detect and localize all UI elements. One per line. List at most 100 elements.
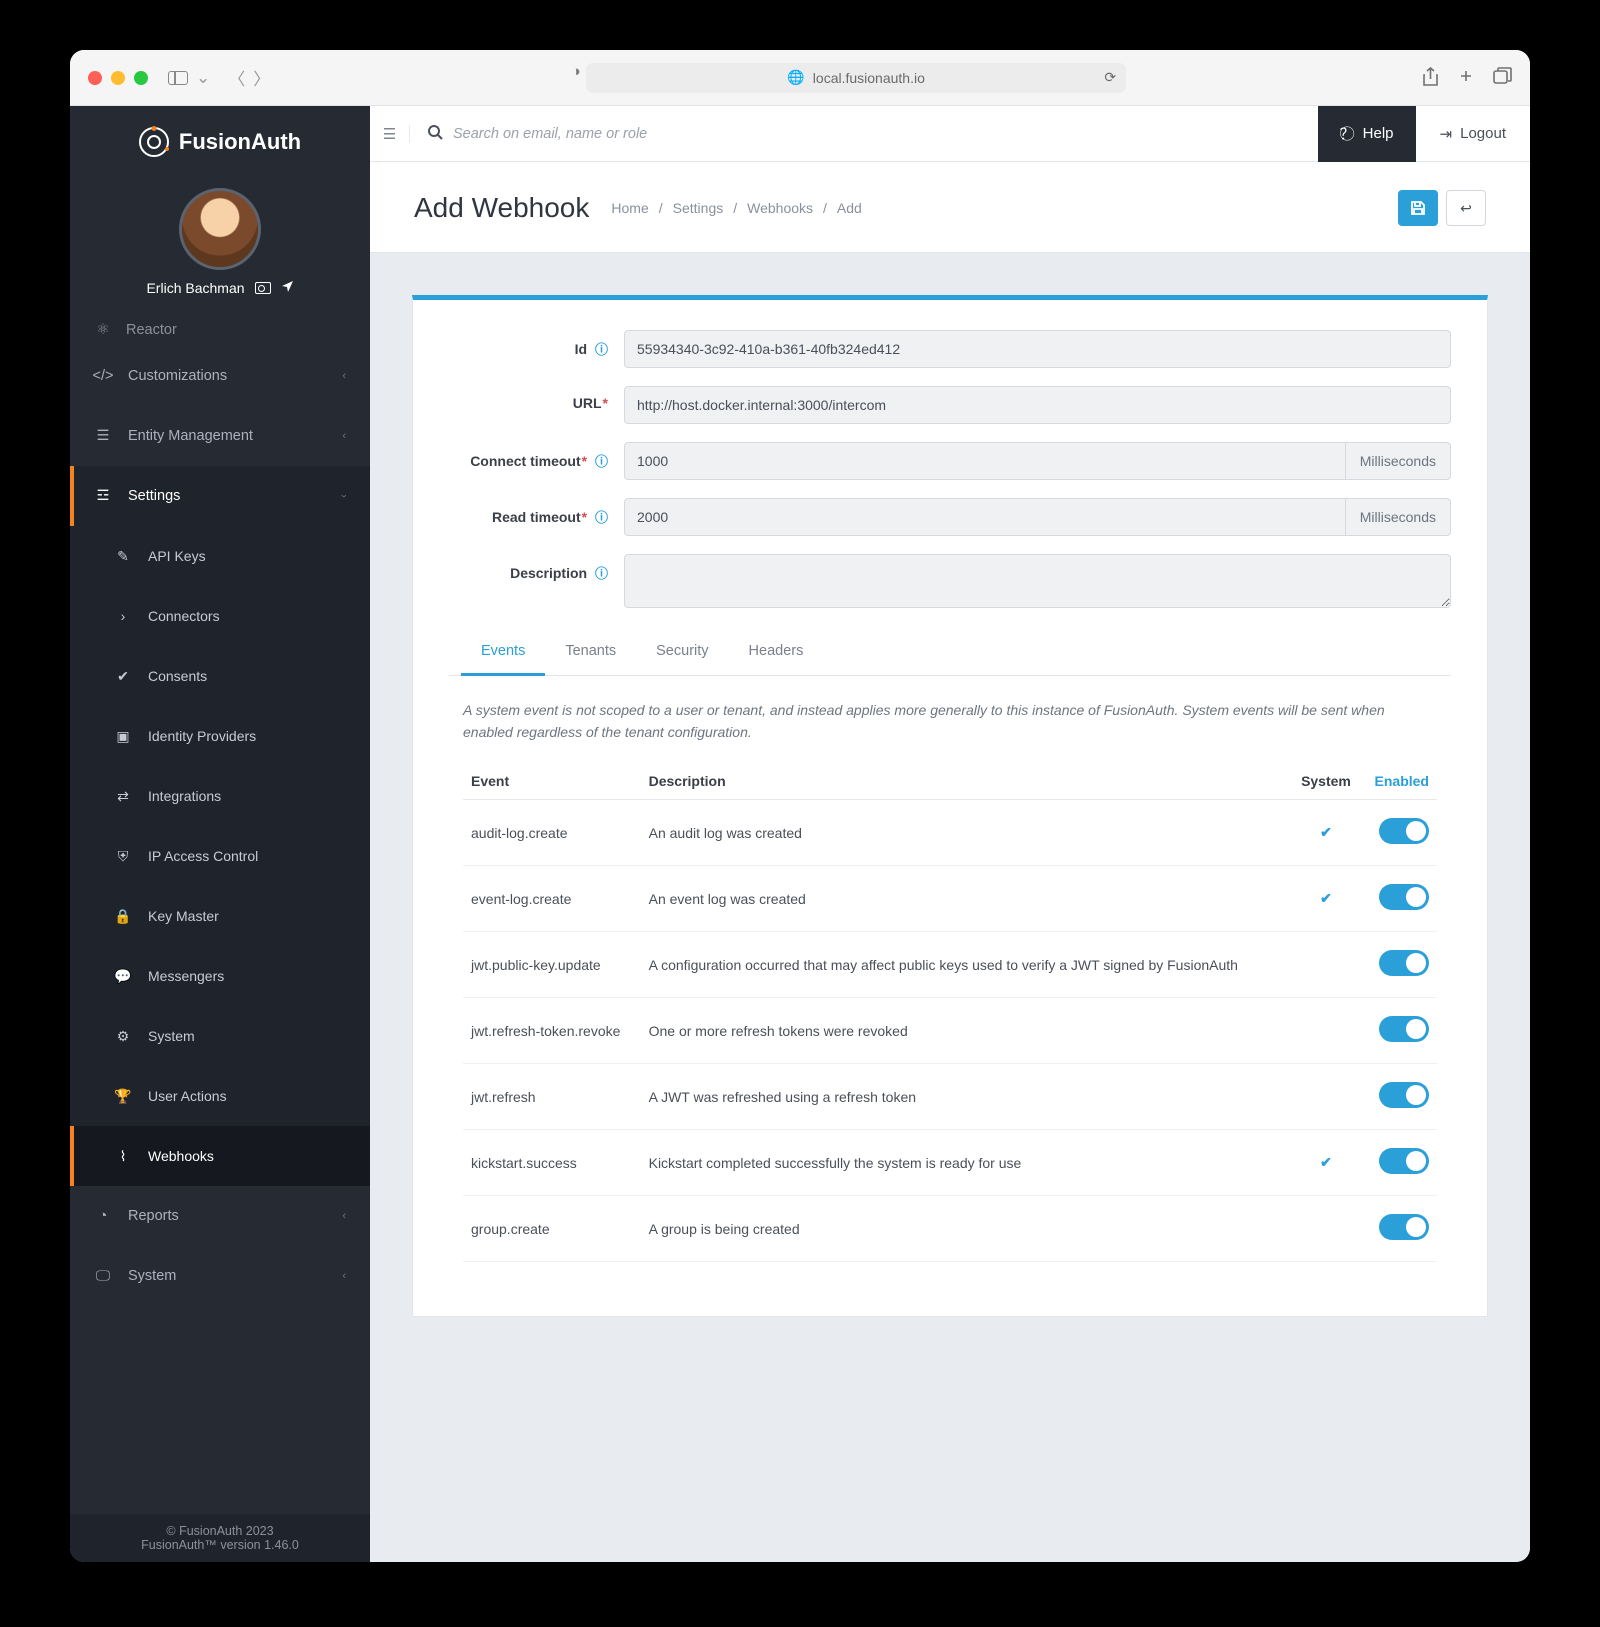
help-button[interactable]: ？⃝ Help <box>1318 106 1416 162</box>
connect-timeout-field[interactable] <box>624 442 1346 480</box>
search-wrap <box>410 125 1318 143</box>
help-icon: ？⃝ <box>1340 123 1355 144</box>
close-window[interactable] <box>88 71 102 85</box>
nav-item-settings[interactable]: ☲ Settings ‹ <box>70 466 370 526</box>
tab-events[interactable]: Events <box>461 629 545 676</box>
id-card-icon[interactable] <box>255 282 271 294</box>
col-enabled[interactable]: Enabled <box>1361 763 1437 800</box>
sidebar: FusionAuth Erlich Bachman ⚛ Reactor </> … <box>70 106 370 1562</box>
tab-security[interactable]: Security <box>636 629 728 676</box>
nav-item-system[interactable]: 🖵 System ‹ <box>70 1246 370 1306</box>
event-enabled-cell <box>1361 866 1437 932</box>
tab-tenants[interactable]: Tenants <box>545 629 636 676</box>
event-description: A group is being created <box>641 1196 1291 1262</box>
table-row: audit-log.create An audit log was create… <box>463 800 1437 866</box>
table-row: event-log.create An event log was create… <box>463 866 1437 932</box>
minimize-window[interactable] <box>111 71 125 85</box>
info-icon[interactable]: ⓘ <box>595 510 608 525</box>
share-icon[interactable] <box>1422 67 1439 89</box>
event-description: An audit log was created <box>641 800 1291 866</box>
description-field[interactable] <box>624 554 1451 608</box>
sidebar-item-connectors[interactable]: ›Connectors <box>70 586 370 646</box>
enabled-toggle[interactable] <box>1379 884 1429 910</box>
tab-headers[interactable]: Headers <box>729 629 824 676</box>
event-name: jwt.refresh <box>463 1064 641 1130</box>
chevron-left-icon: ‹ <box>342 1270 346 1282</box>
site-settings-icon[interactable]: 🌐 <box>787 69 804 86</box>
sidebar-item-key-master[interactable]: 🔒Key Master <box>70 886 370 946</box>
brand-logo[interactable]: FusionAuth <box>70 106 370 178</box>
nav-forward-icon[interactable]: 〉 <box>253 65 270 90</box>
sidebar-item-messengers[interactable]: 💬Messengers <box>70 946 370 1006</box>
server-icon: ☰ <box>94 428 112 444</box>
sidebar-item-identity-providers[interactable]: ▣Identity Providers <box>70 706 370 766</box>
col-system: System <box>1291 763 1362 800</box>
nav-back-icon[interactable]: 〈 <box>228 65 245 90</box>
read-timeout-label: Read timeout* ⓘ <box>449 498 624 526</box>
tabs-icon[interactable] <box>1493 67 1512 89</box>
enabled-toggle[interactable] <box>1379 1214 1429 1240</box>
nav-item-reactor[interactable]: ⚛ Reactor <box>70 314 370 346</box>
logout-button[interactable]: ⇥ Logout <box>1416 125 1530 143</box>
event-description: A JWT was refreshed using a refresh toke… <box>641 1064 1291 1130</box>
id-field[interactable] <box>624 330 1451 368</box>
sliders-icon: ☲ <box>94 488 112 504</box>
page-title: Add Webhook <box>414 192 589 224</box>
window-controls <box>88 71 148 85</box>
crumb-settings[interactable]: Settings <box>673 200 724 216</box>
new-tab-icon[interactable] <box>1457 67 1475 89</box>
event-enabled-cell <box>1361 1130 1437 1196</box>
sidebar-item-user-actions[interactable]: 🏆User Actions <box>70 1066 370 1126</box>
pie-icon: ◔ <box>94 1208 112 1224</box>
sidebar-item-webhooks[interactable]: ⌇Webhooks <box>70 1126 370 1186</box>
enabled-toggle[interactable] <box>1379 950 1429 976</box>
chevron-down-icon[interactable]: ⌄ <box>196 68 210 88</box>
sidebar-item-consents[interactable]: ✔Consents <box>70 646 370 706</box>
event-system: ✔ <box>1291 800 1362 866</box>
sidebar-item-api-keys[interactable]: ✎API Keys <box>70 526 370 586</box>
enabled-toggle[interactable] <box>1379 1016 1429 1042</box>
address-text: local.fusionauth.io <box>813 70 925 86</box>
sidebar-item-ip-access[interactable]: ⛨IP Access Control <box>70 826 370 886</box>
address-bar[interactable]: 🌐 local.fusionauth.io ⟳ <box>586 63 1126 93</box>
url-field[interactable] <box>624 386 1451 424</box>
event-name: event-log.create <box>463 866 641 932</box>
shield-icon: ⛨ <box>114 848 132 865</box>
location-arrow-icon[interactable] <box>281 280 294 296</box>
nav-settings-submenu: ✎API Keys ›Connectors ✔Consents ▣Identit… <box>70 526 370 1186</box>
info-icon[interactable]: ⓘ <box>595 566 608 581</box>
search-input[interactable] <box>453 126 1300 142</box>
event-name: group.create <box>463 1196 641 1262</box>
check-icon: ✔ <box>1320 890 1332 906</box>
enabled-toggle[interactable] <box>1379 818 1429 844</box>
back-button[interactable]: ↩ <box>1446 190 1486 226</box>
save-button[interactable] <box>1398 190 1438 226</box>
nav-item-customizations[interactable]: </> Customizations ‹ <box>70 346 370 406</box>
enabled-toggle[interactable] <box>1379 1148 1429 1174</box>
avatar[interactable] <box>179 188 261 270</box>
swap-icon: ⇄ <box>114 788 132 805</box>
read-timeout-field[interactable] <box>624 498 1346 536</box>
info-icon[interactable]: ⓘ <box>595 342 608 357</box>
sidebar-item-integrations[interactable]: ⇄Integrations <box>70 766 370 826</box>
collapse-sidebar-icon[interactable]: ☰ <box>370 125 410 143</box>
reload-icon[interactable]: ⟳ <box>1104 69 1116 86</box>
sidebar-item-system[interactable]: ⚙System <box>70 1006 370 1066</box>
enabled-toggle[interactable] <box>1379 1082 1429 1108</box>
table-row: kickstart.success Kickstart completed su… <box>463 1130 1437 1196</box>
monitor-icon: 🖵 <box>94 1268 112 1284</box>
event-description: A configuration occurred that may affect… <box>641 932 1291 998</box>
save-icon <box>1410 200 1426 216</box>
info-icon[interactable]: ⓘ <box>595 454 608 469</box>
nav-item-reports[interactable]: ◔ Reports ‹ <box>70 1186 370 1246</box>
nav: ⚛ Reactor </> Customizations ‹ ☰ Entity … <box>70 314 370 1514</box>
crumb-webhooks[interactable]: Webhooks <box>747 200 813 216</box>
sidebar-toggle-icon[interactable] <box>168 71 188 85</box>
crumb-home[interactable]: Home <box>611 200 648 216</box>
event-name: kickstart.success <box>463 1130 641 1196</box>
nav-item-entity-management[interactable]: ☰ Entity Management ‹ <box>70 406 370 466</box>
event-enabled-cell <box>1361 932 1437 998</box>
chevron-down-icon: ‹ <box>338 494 350 498</box>
zoom-window[interactable] <box>134 71 148 85</box>
privacy-shield-icon[interactable]: ◑ <box>566 63 586 93</box>
